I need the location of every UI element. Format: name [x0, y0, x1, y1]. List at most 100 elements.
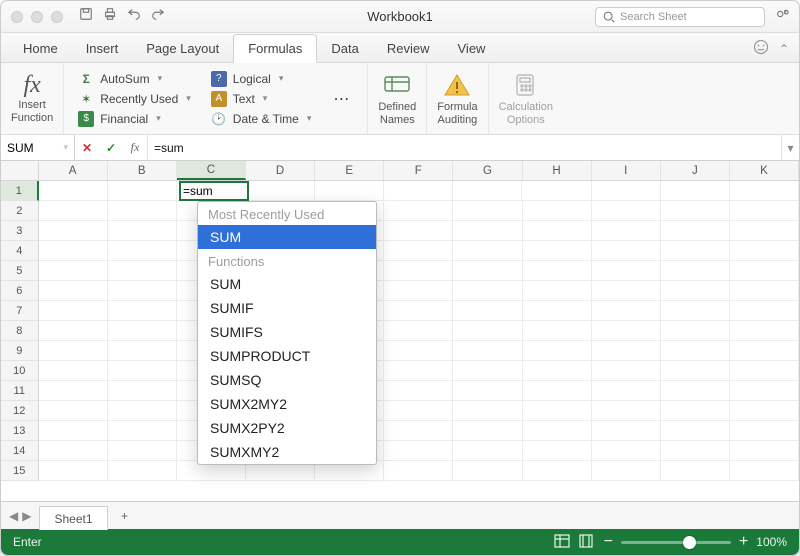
cell[interactable] [730, 421, 799, 441]
cell[interactable] [661, 461, 730, 481]
cell[interactable] [661, 281, 730, 301]
cell[interactable] [384, 261, 453, 281]
column-header[interactable]: C [177, 161, 246, 180]
zoom-slider[interactable] [621, 541, 731, 544]
cell[interactable] [661, 181, 730, 201]
save-icon[interactable] [79, 7, 93, 26]
cell[interactable] [730, 241, 799, 261]
cell[interactable] [384, 381, 453, 401]
column-header[interactable]: A [39, 161, 108, 180]
cell[interactable] [108, 201, 177, 221]
fx-button[interactable]: fx [123, 140, 147, 155]
redo-icon[interactable] [151, 7, 165, 26]
cell[interactable] [384, 241, 453, 261]
cell[interactable] [453, 401, 522, 421]
cell[interactable] [730, 441, 799, 461]
cell[interactable] [108, 361, 177, 381]
next-sheet-icon[interactable]: ▶ [22, 509, 31, 523]
cancel-button[interactable]: ✕ [75, 141, 99, 155]
cell[interactable] [453, 301, 522, 321]
cell[interactable] [246, 181, 315, 201]
autocomplete-item[interactable]: SUM [198, 225, 376, 249]
cell[interactable] [523, 221, 592, 241]
cell[interactable] [384, 441, 453, 461]
cell[interactable] [592, 341, 661, 361]
cell[interactable] [39, 341, 108, 361]
tab-data[interactable]: Data [317, 35, 372, 62]
cell[interactable] [384, 301, 453, 321]
cell[interactable] [453, 181, 522, 201]
cell[interactable] [592, 281, 661, 301]
cell[interactable] [730, 301, 799, 321]
row-header[interactable]: 11 [1, 381, 39, 401]
cell[interactable] [592, 361, 661, 381]
select-all-corner[interactable] [1, 161, 39, 180]
share-icon[interactable] [775, 7, 789, 26]
column-header[interactable]: B [108, 161, 177, 180]
expand-formula-bar-icon[interactable]: ▾ [781, 135, 799, 160]
autosum-button[interactable]: ΣAutoSum▾ [76, 70, 164, 88]
autocomplete-item[interactable]: SUMIFS [198, 320, 376, 344]
column-header[interactable]: H [523, 161, 592, 180]
row-header[interactable]: 10 [1, 361, 39, 381]
tab-formulas[interactable]: Formulas [233, 34, 317, 63]
financial-button[interactable]: $Financial▾ [76, 110, 163, 128]
cell[interactable] [384, 281, 453, 301]
cell[interactable] [592, 261, 661, 281]
print-icon[interactable] [103, 7, 117, 26]
cell[interactable] [108, 421, 177, 441]
cell[interactable] [384, 361, 453, 381]
cell[interactable] [453, 261, 522, 281]
insert-function-button[interactable]: fx Insert Function [1, 63, 64, 134]
cell[interactable] [661, 421, 730, 441]
page-layout-view-icon[interactable] [578, 534, 594, 551]
column-header[interactable]: G [453, 161, 522, 180]
cell[interactable] [523, 441, 592, 461]
cell[interactable] [108, 241, 177, 261]
row-header[interactable]: 4 [1, 241, 39, 261]
cell[interactable] [384, 341, 453, 361]
row-header[interactable]: 3 [1, 221, 39, 241]
cell[interactable] [661, 441, 730, 461]
cell[interactable] [592, 181, 661, 201]
cell[interactable] [592, 441, 661, 461]
row-header[interactable]: 13 [1, 421, 39, 441]
column-header[interactable]: J [661, 161, 730, 180]
autocomplete-item[interactable]: SUMSQ [198, 368, 376, 392]
cell[interactable] [453, 221, 522, 241]
cell[interactable] [453, 241, 522, 261]
cell[interactable] [108, 281, 177, 301]
cell[interactable] [523, 381, 592, 401]
tab-insert[interactable]: Insert [72, 35, 133, 62]
cell[interactable] [384, 421, 453, 441]
cell[interactable] [523, 421, 592, 441]
row-header[interactable]: 12 [1, 401, 39, 421]
cell[interactable] [592, 461, 661, 481]
cell[interactable] [661, 301, 730, 321]
sheet-tab[interactable]: Sheet1 [39, 506, 107, 530]
autocomplete-item[interactable]: SUMIF [198, 296, 376, 320]
column-header[interactable]: I [592, 161, 661, 180]
cell[interactable] [523, 461, 592, 481]
row-header[interactable]: 15 [1, 461, 39, 481]
autocomplete-item[interactable]: SUMX2PY2 [198, 416, 376, 440]
cell[interactable] [453, 361, 522, 381]
close-window-button[interactable] [11, 11, 23, 23]
formula-input[interactable]: =sum [147, 135, 781, 160]
cell[interactable] [661, 321, 730, 341]
cell[interactable] [730, 201, 799, 221]
cell[interactable] [108, 301, 177, 321]
zoom-window-button[interactable] [51, 11, 63, 23]
date-time-button[interactable]: 🕑Date & Time▾ [209, 110, 314, 128]
zoom-value[interactable]: 100% [756, 535, 787, 549]
cell[interactable] [108, 381, 177, 401]
cell[interactable] [523, 281, 592, 301]
collapse-ribbon-icon[interactable]: ⌃ [779, 42, 789, 56]
cell[interactable] [108, 441, 177, 461]
tab-view[interactable]: View [444, 35, 500, 62]
cell[interactable] [39, 301, 108, 321]
zoom-thumb[interactable] [683, 536, 696, 549]
cell[interactable] [39, 201, 108, 221]
cell[interactable] [39, 361, 108, 381]
cell[interactable] [108, 261, 177, 281]
